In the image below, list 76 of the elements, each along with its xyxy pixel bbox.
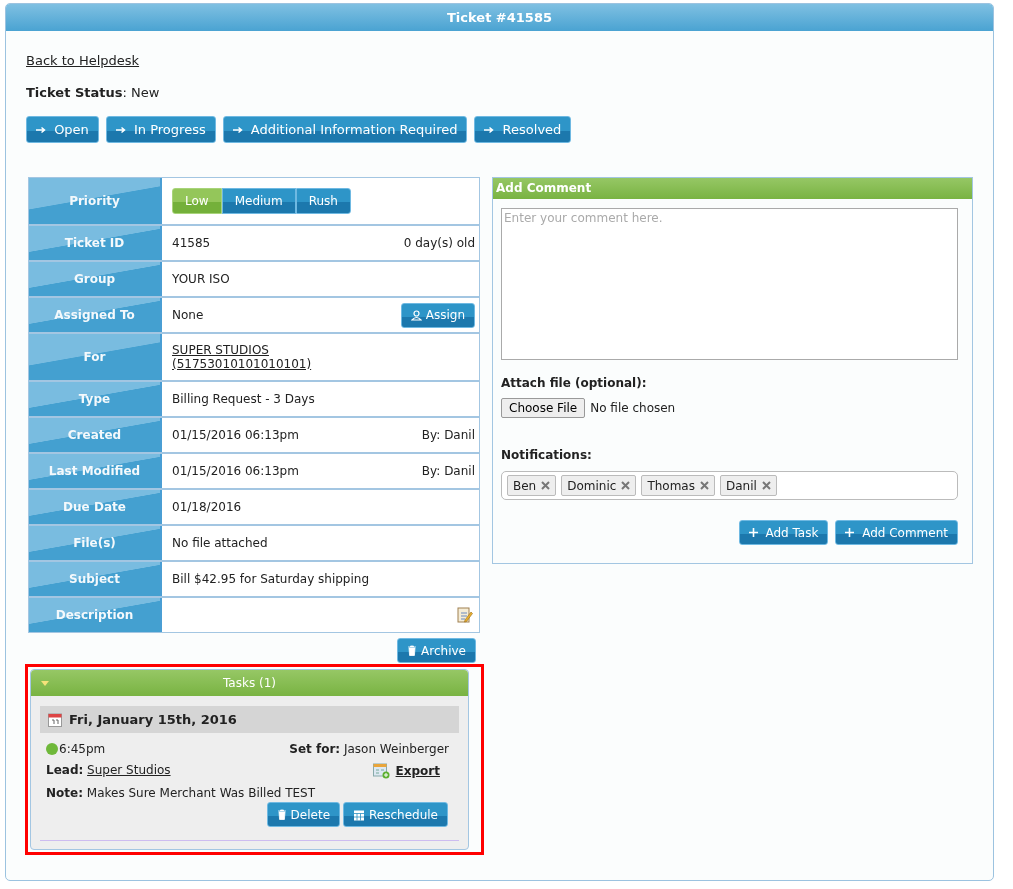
field-label: Ticket ID <box>29 226 162 260</box>
arrow-right-icon <box>232 125 243 134</box>
arrow-right-icon <box>36 125 46 134</box>
status-button[interactable]: Additional Information Required <box>222 116 468 143</box>
field-label: Priority <box>29 178 162 224</box>
remove-icon[interactable] <box>761 481 771 490</box>
status-button[interactable]: Open <box>26 116 99 143</box>
file-status: No file chosen <box>590 401 676 415</box>
trash-icon <box>407 645 418 656</box>
priority-option[interactable]: Low <box>172 188 222 214</box>
field-label: Due Date <box>29 490 162 524</box>
edit-note-icon[interactable] <box>457 606 473 624</box>
task-note: Note: Makes Sure Merchant Was Billed TEST <box>45 786 317 800</box>
field-note: By: Danil <box>421 428 475 442</box>
arrow-right-icon <box>115 125 126 134</box>
user-icon <box>410 309 422 321</box>
ticket-status: Ticket Status: New <box>26 85 161 100</box>
arrow-right-icon <box>484 125 495 134</box>
recipient-name: Thomas <box>647 478 695 493</box>
tasks-title: Tasks (1) <box>223 676 276 690</box>
calendar-add-icon <box>372 763 390 779</box>
status-button[interactable]: In Progress <box>105 116 216 143</box>
calendar-icon <box>48 712 62 727</box>
field-value: Bill $42.95 for Saturday shipping <box>172 572 370 586</box>
back-to-helpdesk-link[interactable]: Back to Helpdesk <box>26 53 140 68</box>
status-button[interactable]: Resolved <box>474 116 572 143</box>
field-label: Description <box>29 598 162 632</box>
recipient-name: Danil <box>725 478 757 493</box>
field-label: File(s) <box>29 526 162 560</box>
field-label: Assigned To <box>29 298 162 332</box>
remove-icon[interactable] <box>621 481 631 490</box>
field-value: 01/15/2016 06:13pm <box>172 428 299 442</box>
date-header: Fri, January 15th, 2016 <box>40 706 459 733</box>
recipients-field[interactable]: Ben Dominic Thomas Danil <box>501 471 958 500</box>
field-label: Last Modified <box>29 454 162 488</box>
field-value: 01/18/2016 <box>172 500 242 514</box>
attach-label: Attach file (optional): <box>501 376 648 390</box>
field-note: By: Danil <box>421 464 475 478</box>
field-label: Group <box>29 262 162 296</box>
add-button[interactable]: Add Task <box>738 520 829 545</box>
priority-option[interactable]: Rush <box>295 188 351 214</box>
export-link[interactable]: Export <box>395 764 440 778</box>
field-label: Created <box>29 418 162 452</box>
remove-icon[interactable] <box>699 481 709 490</box>
field-value: No file attached <box>172 536 268 550</box>
lead-label: Lead: <box>46 763 84 777</box>
comment-field[interactable]: Enter your comment here. <box>501 208 958 360</box>
task-action-button[interactable]: Delete <box>266 802 341 827</box>
task-action-button[interactable]: Reschedule <box>343 802 448 827</box>
task-assignee: Set for: Jason Weinberger <box>289 742 449 756</box>
plus-icon <box>845 528 855 537</box>
field-value: None <box>172 308 204 322</box>
add-button[interactable]: Add Comment <box>835 520 958 545</box>
field-value: Billing Request - 3 Days <box>172 392 315 406</box>
field-note: 0 day(s) old <box>403 236 475 250</box>
remove-icon[interactable] <box>541 481 551 490</box>
recipient-name: Dominic <box>567 478 617 493</box>
window-title: Ticket #41585 <box>6 4 993 31</box>
recipient-name: Ben <box>513 478 537 493</box>
choose-file-button[interactable]: Choose File <box>501 398 586 418</box>
field-value: YOUR ISO <box>172 272 230 286</box>
assign-button[interactable]: Assign <box>400 302 475 328</box>
calendar-icon <box>353 808 366 821</box>
lead-link[interactable]: Super Studios <box>87 763 171 777</box>
field-label: Subject <box>29 562 162 596</box>
field-value: 41585 <box>172 236 211 250</box>
field-label: Type <box>29 382 162 416</box>
trash-icon <box>276 809 287 820</box>
field-label: For <box>29 334 162 380</box>
plus-icon <box>748 528 758 537</box>
field-value: 01/15/2016 06:13pm <box>172 464 299 478</box>
panel-title: Add Comment <box>493 178 972 199</box>
task-time: 6:45pm <box>46 742 106 756</box>
priority-option[interactable]: Medium <box>221 188 296 214</box>
notifications-label: Notifications: <box>501 448 593 462</box>
archive-button[interactable]: Archive <box>397 638 476 663</box>
